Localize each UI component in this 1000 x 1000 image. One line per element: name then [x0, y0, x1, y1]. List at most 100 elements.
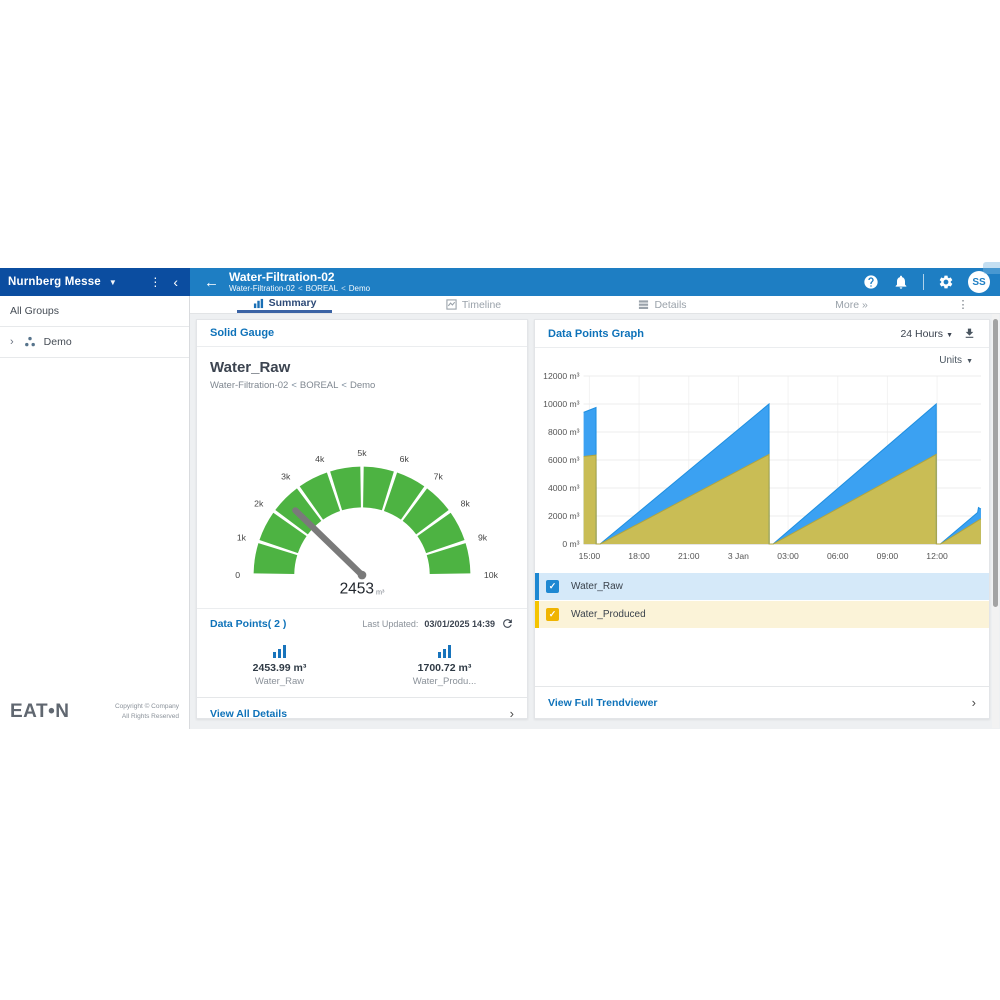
- breadcrumb-item[interactable]: Water-Filtration-02: [229, 284, 295, 293]
- y-tick-label: 6000 m³: [548, 455, 580, 465]
- last-updated: Last Updated: 03/01/2025 14:39: [362, 617, 514, 630]
- y-tick-label: 4000 m³: [548, 483, 580, 493]
- org-name: Nurnberg Messe: [8, 276, 101, 288]
- x-tick-label: 18:00: [628, 551, 650, 561]
- datapoint-title: Water_Raw: [210, 359, 514, 376]
- y-tick-label: 8000 m³: [548, 427, 580, 437]
- units-row: Units▼: [535, 348, 989, 366]
- data-point-name: Water_Produ...: [413, 676, 477, 687]
- tab-label: Summary: [269, 297, 317, 309]
- tabs-more-options-icon[interactable]: ⋮: [946, 296, 980, 313]
- breadcrumb-item: BOREAL: [300, 380, 339, 391]
- data-points-title: Data Points( 2 ): [210, 618, 286, 630]
- series-area-water_produced: [584, 454, 981, 544]
- breadcrumb-separator: <: [341, 284, 346, 293]
- collapse-sidebar-icon[interactable]: ‹: [169, 275, 182, 289]
- breadcrumb-item[interactable]: BOREAL: [306, 284, 338, 293]
- data-point-tile[interactable]: 2453.99 m³ Water_Raw: [197, 644, 362, 687]
- breadcrumb-item[interactable]: Demo: [349, 284, 370, 293]
- sidebar-item-label: Demo: [44, 336, 72, 348]
- header-divider: [923, 274, 924, 290]
- barchart-icon: [438, 644, 451, 658]
- tab-label: Timeline: [462, 299, 501, 311]
- notifications-bell-icon[interactable]: [893, 274, 909, 290]
- settings-gear-icon[interactable]: [938, 274, 954, 290]
- help-icon[interactable]: [863, 274, 879, 290]
- checkbox-checked-icon[interactable]: ✓: [546, 580, 559, 593]
- data-point-value: 1700.72 m³: [418, 662, 472, 674]
- tab-bar: Summary Timeline Details: [190, 296, 1000, 314]
- back-arrow-icon[interactable]: ←: [204, 274, 219, 291]
- x-tick-label: 06:00: [827, 551, 849, 561]
- view-all-details-row[interactable]: View All Details ›: [197, 697, 527, 729]
- tab-more[interactable]: More »: [757, 296, 946, 313]
- timeline-icon: [446, 299, 457, 310]
- legend-row-water-raw[interactable]: ✓ Water_Raw: [535, 573, 989, 600]
- x-tick-label: 03:00: [777, 551, 799, 561]
- chevron-down-icon: ▼: [946, 332, 953, 339]
- tab-summary[interactable]: Summary: [190, 296, 379, 313]
- header-highlight-artifact: [983, 262, 1000, 274]
- x-tick-label: 15:00: [579, 551, 601, 561]
- chevron-down-icon: ▼: [109, 278, 117, 287]
- legend-accent-bar: [535, 573, 539, 600]
- gauge-tick-label: 0: [235, 570, 240, 580]
- solid-gauge-card: Solid Gauge Water_Raw Water-Filtration-0…: [196, 319, 528, 719]
- header-title-block: Water-Filtration-02 Water-Filtration-02<…: [229, 271, 370, 294]
- y-tick-label: 10000 m³: [543, 399, 580, 409]
- breadcrumb-separator: <: [298, 284, 303, 293]
- tab-label: Details: [654, 299, 686, 311]
- scrollbar-thumb[interactable]: [993, 319, 998, 607]
- gauge-tick-label: 3k: [281, 471, 291, 481]
- header-actions: SS: [863, 271, 990, 293]
- copyright-line2: All Rights Reserved: [122, 713, 179, 720]
- data-points-graph-card: Data Points Graph 24 Hours▼ Units▼ 0 m³2…: [534, 319, 990, 719]
- refresh-icon[interactable]: [501, 617, 514, 630]
- gauge-card-header: Solid Gauge: [197, 320, 527, 347]
- breadcrumb-item: Water-Filtration-02: [210, 380, 288, 391]
- data-point-tile[interactable]: 1700.72 m³ Water_Produ...: [362, 644, 527, 687]
- gauge-body: Water_Raw Water-Filtration-02<BOREAL<Dem…: [197, 347, 527, 608]
- download-icon[interactable]: [963, 327, 976, 340]
- sidebar-item-demo[interactable]: › Demo: [0, 327, 189, 358]
- all-groups-label: All Groups: [0, 296, 189, 327]
- checkbox-checked-icon[interactable]: ✓: [546, 608, 559, 621]
- sidebar-more-options-icon[interactable]: ⋮: [141, 275, 169, 289]
- breadcrumb-item: Demo: [350, 380, 375, 391]
- legend-accent-bar: [535, 601, 539, 628]
- time-range-label: 24 Hours: [900, 328, 943, 340]
- scrollbar-track[interactable]: [992, 314, 999, 728]
- area-chart[interactable]: 0 m³2000 m³4000 m³6000 m³8000 m³10000 m³…: [539, 368, 985, 564]
- legend-row-water-produced[interactable]: ✓ Water_Produced: [535, 601, 989, 628]
- org-switcher[interactable]: Nurnberg Messe ▼ ⋮ ‹: [0, 268, 190, 296]
- y-tick-label: 0 m³: [562, 539, 579, 549]
- view-full-trendviewer-row[interactable]: View Full Trendviewer ›: [535, 686, 989, 718]
- units-label: Units: [939, 355, 962, 366]
- x-tick-label: 21:00: [678, 551, 700, 561]
- summary-barchart-icon: [253, 298, 264, 309]
- graph-card-title: Data Points Graph: [548, 328, 644, 340]
- chart-legend: ✓ Water_Raw ✓ Water_Produced: [535, 573, 989, 629]
- gauge-tick-label: 10k: [484, 570, 499, 580]
- chevron-right-icon[interactable]: ›: [10, 336, 14, 348]
- tab-details[interactable]: Details: [568, 296, 757, 313]
- tab-timeline[interactable]: Timeline: [379, 296, 568, 313]
- view-all-details-link[interactable]: View All Details: [210, 708, 287, 720]
- chevron-right-icon: ›: [972, 696, 976, 709]
- chart-wrapper: 0 m³2000 m³4000 m³6000 m³8000 m³10000 m³…: [535, 366, 989, 569]
- time-range-selector[interactable]: 24 Hours▼: [900, 328, 953, 340]
- x-tick-label: 09:00: [877, 551, 899, 561]
- view-full-trendviewer-link[interactable]: View Full Trendviewer: [548, 697, 658, 709]
- barchart-icon: [273, 644, 286, 658]
- gauge-needle-pivot: [358, 571, 367, 580]
- tab-label: More »: [835, 299, 868, 311]
- legend-series-name: Water_Raw: [571, 581, 623, 592]
- sidebar: All Groups › Demo EAT•N Copyright © Comp…: [0, 296, 190, 729]
- units-selector[interactable]: Units▼: [939, 355, 973, 366]
- gauge-tick-label: 5k: [357, 448, 367, 458]
- app-shell: Nurnberg Messe ▼ ⋮ ‹ ← Water-Filtration-…: [0, 268, 1000, 729]
- gauge-tick-label: 9k: [478, 532, 488, 542]
- avatar[interactable]: SS: [968, 271, 990, 293]
- app-header: ← Water-Filtration-02 Water-Filtration-0…: [190, 268, 1000, 296]
- gauge-needle: [295, 510, 362, 575]
